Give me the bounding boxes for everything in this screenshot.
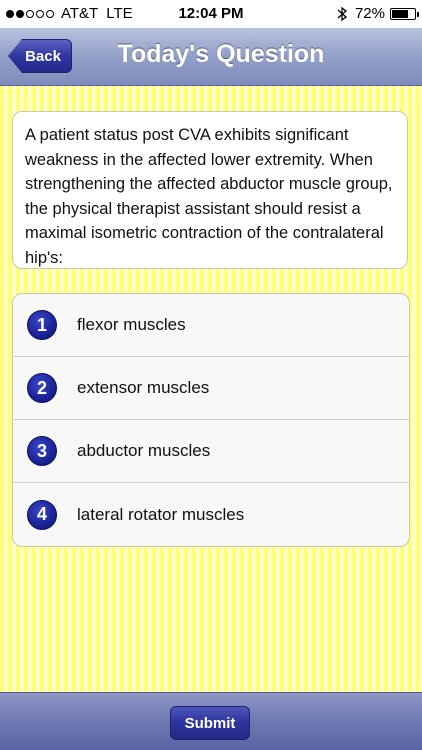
bottom-toolbar: Submit (0, 692, 422, 750)
option-number-badge: 4 (27, 499, 57, 530)
answer-option-3[interactable]: 3 abductor muscles (13, 420, 409, 483)
battery-icon (390, 7, 419, 20)
navigation-bar: Back Today's Question (0, 28, 422, 86)
option-label: lateral rotator muscles (77, 504, 245, 524)
bluetooth-icon (337, 6, 347, 21)
option-number-badge: 3 (27, 436, 57, 466)
option-number-badge: 1 (27, 310, 57, 340)
page-title: Today's Question (117, 40, 325, 68)
question-card: A patient status post CVA exhibits signi… (12, 111, 408, 269)
question-text: A patient status post CVA exhibits signi… (25, 126, 393, 267)
status-bar: AT&T LTE 12:04 PM 72% (0, 0, 422, 28)
answer-option-4[interactable]: 4 lateral rotator muscles (13, 483, 409, 546)
back-button[interactable]: Back (8, 39, 72, 73)
option-label: abductor muscles (77, 441, 211, 460)
battery-percent: 72% (354, 5, 385, 22)
answer-option-2[interactable]: 2 extensor muscles (13, 357, 409, 420)
answer-option-1[interactable]: 1 flexor muscles (13, 294, 409, 357)
content-area: A patient status post CVA exhibits signi… (0, 86, 422, 692)
option-label: extensor muscles (77, 378, 210, 397)
answer-options-list: 1 flexor muscles 2 extensor muscles 3 ab… (12, 293, 410, 547)
status-right: 72% (337, 5, 419, 22)
option-number-badge: 2 (27, 373, 57, 403)
option-label: flexor muscles (77, 315, 186, 334)
battery-level-fill (392, 9, 408, 18)
submit-button[interactable]: Submit (170, 706, 250, 740)
